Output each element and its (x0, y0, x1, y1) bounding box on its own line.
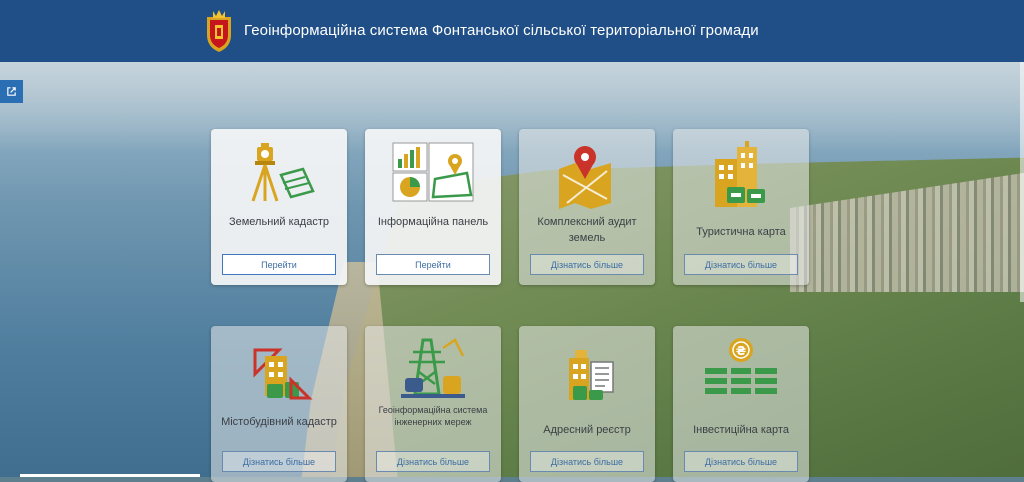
card-urban-cadastre[interactable]: Містобудівний кадастр Дізнатись більше (211, 326, 347, 482)
investment-coin-icon: ₴ (705, 338, 777, 394)
address-register-icon (569, 350, 614, 400)
card-label: Туристична карта (696, 226, 786, 238)
external-link-icon (7, 87, 16, 96)
external-link-button[interactable] (0, 80, 23, 103)
tourist-buildings-icon (715, 141, 765, 207)
card-tourist-map[interactable]: Туристична карта Дізнатись більше (673, 129, 809, 285)
card-land-cadastre[interactable]: Земельний кадастр Перейти (211, 129, 347, 285)
scrollbar[interactable] (1020, 62, 1024, 302)
card-label: Містобудівний кадастр (221, 416, 337, 428)
coat-of-arms-icon (207, 10, 231, 52)
map-pin-icon (559, 146, 611, 209)
learn-more-button[interactable]: Дізнатись більше (376, 451, 490, 472)
learn-more-button[interactable]: Дізнатись більше (530, 451, 644, 472)
card-label: Комплексний аудит земель (537, 216, 637, 244)
learn-more-button[interactable]: Дізнатись більше (222, 451, 336, 472)
page-title: Геоінформаційна система Фонтанської сіль… (244, 22, 759, 39)
background-photo (0, 62, 1024, 477)
top-header: Геоінформаційна система Фонтанської сіль… (0, 0, 1024, 62)
svg-text:₴: ₴ (736, 344, 746, 358)
card-investment-map[interactable]: ₴ Інвестиційна карта Дізнатись більше (673, 326, 809, 482)
power-tower-icon (401, 338, 465, 398)
surveyor-tripod-icon (251, 143, 315, 202)
urban-planning-icon (253, 348, 313, 400)
card-label: Земельний кадастр (228, 216, 329, 228)
learn-more-button[interactable]: Дізнатись більше (684, 451, 798, 472)
learn-more-button[interactable]: Дізнатись більше (684, 254, 798, 275)
card-engineering-networks[interactable]: Геоінформаційна система інженерних мереж… (365, 326, 501, 482)
learn-more-button[interactable]: Дізнатись більше (530, 254, 644, 275)
card-label: Інформаційна панель (377, 216, 489, 228)
card-label: Адресний реєстр (543, 424, 631, 436)
card-label: Геоінформаційна система інженерних мереж (378, 405, 488, 427)
card-info-panel[interactable]: Інформаційна панель Перейти (365, 129, 501, 285)
go-button[interactable]: Перейти (222, 254, 336, 275)
dashboard-charts-icon (392, 142, 474, 202)
card-label: Інвестиційна карта (693, 424, 789, 436)
card-land-audit[interactable]: Комплексний аудит земель Дізнатись більш… (519, 129, 655, 285)
go-button[interactable]: Перейти (376, 254, 490, 275)
card-address-register[interactable]: Адресний реєстр Дізнатись більше (519, 326, 655, 482)
